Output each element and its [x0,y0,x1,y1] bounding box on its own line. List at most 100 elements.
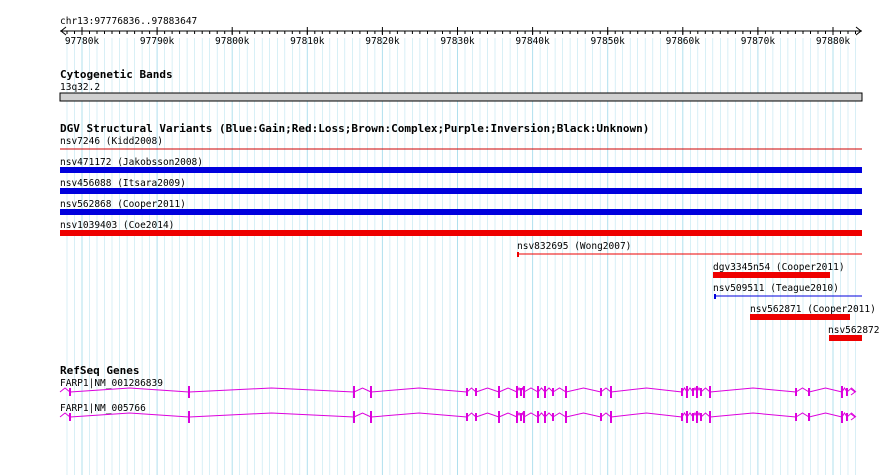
gene-strand-arrow-icon [850,413,856,421]
gene-exon [795,388,797,396]
dgv-feature-dgv3345n54[interactable] [713,272,830,278]
ruler-tick-label: 97800k [215,36,250,47]
dgv-feature-nsv509511-start [714,294,716,299]
dgv-feature-nsv832695-start [517,252,519,257]
gene-exon [565,386,567,398]
gene-exon [841,386,843,398]
gene-exon [516,386,518,398]
gene-exon [686,386,688,398]
gene-exon [681,388,683,396]
dgv-feature-nsv456088[interactable] [60,188,862,194]
gene-exon [600,388,602,396]
gene-intron [565,412,602,418]
gene-strand-arrow-icon [850,388,856,396]
gene-exon [466,413,468,421]
cytoband-track: Cytogenetic Bands 13q32.2 [59,68,863,102]
dgv-feature-nsv562872[interactable] [829,335,862,341]
gene-exon [516,411,518,423]
gene-exon [69,413,71,421]
gene-exon [610,411,612,423]
gene-intron [466,412,477,418]
gene-intron [466,387,477,393]
dgv-feature-nsv562868[interactable] [60,209,862,215]
gene-exon [681,413,683,421]
gene-exon [475,413,477,421]
dgv-track-title: DGV Structural Variants (Blue:Gain;Red:L… [60,122,649,135]
gene-exon [808,388,810,396]
gene-intron [544,412,554,418]
gene-exon [353,411,355,423]
gene-exon [700,388,702,396]
gene-intron [188,387,355,393]
gene-exon [520,413,522,421]
gene-intron [795,387,810,393]
ruler-tick-label: 97850k [591,36,626,47]
gene-exon [475,388,477,396]
ruler-tick-label: 97780k [65,36,100,47]
ruler-tick-label: 97820k [365,36,400,47]
gene-intron [610,412,683,418]
gene-exon [544,411,546,423]
gene-exon [709,411,711,423]
gene-exon [552,413,554,421]
gene-exon [544,386,546,398]
dgv-feature-label: nsv832695 (Wong2007) [517,241,631,252]
gene-exon [552,388,554,396]
gene-exon [353,386,355,398]
refseq-track-title: RefSeq Genes [60,364,139,377]
ruler-tick-label: 97880k [816,36,851,47]
gene-intron [523,412,539,418]
gene-exon [686,411,688,423]
gene-exon [520,388,522,396]
gene-intron [600,387,612,393]
gene-exon [841,411,843,423]
gene-intron [709,412,797,418]
dgv-feature-label: nsv471172 (Jakobsson2008) [60,157,203,168]
dgv-feature-label: nsv509511 (Teague2010) [713,283,839,294]
dgv-feature-nsv1039403[interactable] [60,230,862,236]
dgv-feature-label: nsv562872 [828,325,879,336]
gene-exon [498,386,500,398]
cytoband-label: 13q32.2 [60,82,100,93]
dgv-feature-label: nsv456088 (Itsara2009) [60,178,186,189]
gene-exon [188,411,190,423]
dgv-feature-label: nsv562871 (Cooper2011) [750,304,876,315]
ruler: chr13:97776836..97883647 97780k 97790k 978… [60,16,862,47]
gene-exon [795,413,797,421]
gene-intron [709,387,797,393]
gene-intron [795,412,810,418]
gene-exon [846,388,848,396]
gene-exon [565,411,567,423]
gene-intron [353,412,372,418]
dgv-feature-label: nsv7246 (Kidd2008) [60,136,163,147]
ruler-ticks: 97780k 97790k 97800k 97810k 97820k 97830k 9784… [65,27,856,47]
gene-intron [498,412,518,418]
gene-exon [709,386,711,398]
gene-label: FARP1|NM_001286839 [60,378,163,389]
gene-exon [692,388,694,396]
dgv-feature-label: nsv562868 (Cooper2011) [60,199,186,210]
dgv-feature-nsv562871[interactable] [750,314,850,320]
gene-exon [523,411,525,423]
ruler-tick-label: 97790k [140,36,175,47]
ruler-tick-label: 97840k [515,36,550,47]
grid-lines [66,38,856,475]
gene-intron [565,387,602,393]
gene-intron [370,387,468,393]
gene-exon [696,386,698,398]
ruler-tick-label: 97860k [666,36,701,47]
gene-exon [69,388,71,396]
gene-exon [370,386,372,398]
gene-intron [523,387,539,393]
gene-exon [700,413,702,421]
gene-intron [370,412,468,418]
gene-exon [692,413,694,421]
gene-exon [846,413,848,421]
ruler-tick-label: 97830k [440,36,475,47]
ruler-tick-label: 97870k [741,36,776,47]
dgv-feature-nsv471172[interactable] [60,167,862,173]
dgv-track: DGV Structural Variants (Blue:Gain;Red:L… [60,122,879,341]
gene-exon [523,386,525,398]
gene-intron [353,387,372,393]
cytoband-bar[interactable] [59,92,863,102]
